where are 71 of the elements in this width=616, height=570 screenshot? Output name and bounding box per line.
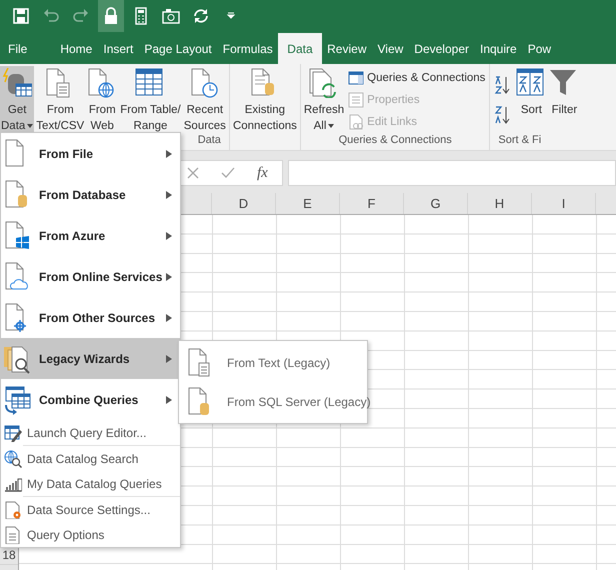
caret-icon xyxy=(328,124,334,128)
database-table-icon xyxy=(2,68,32,98)
menu-item[interactable]: Query Options xyxy=(1,522,180,547)
ribbon-button[interactable]: Existing Connections xyxy=(232,66,298,134)
ribbon-button[interactable]: From Web xyxy=(86,66,118,134)
column-header[interactable]: E xyxy=(276,193,340,214)
lock-button[interactable] xyxy=(98,0,124,32)
group-label: Data xyxy=(196,134,222,148)
ribbon-tab[interactable]: Data xyxy=(278,33,322,64)
ribbon-tab[interactable]: Review xyxy=(322,33,372,64)
redo-icon xyxy=(72,7,90,25)
properties-icon xyxy=(348,92,364,108)
ribbon-button[interactable]: Filter xyxy=(548,66,580,134)
camera-icon xyxy=(162,7,180,25)
ribbon-tab[interactable]: Formulas xyxy=(217,33,278,64)
ribbon-small-button[interactable]: Queries & Connections xyxy=(346,68,488,88)
ribbon-tab[interactable]: Pow xyxy=(522,33,557,64)
column-header[interactable]: H xyxy=(468,193,532,214)
ribbon-button[interactable]: Recent Sources xyxy=(182,66,227,134)
submenu-arrow-icon xyxy=(166,232,172,240)
submenu-item[interactable]: From Text (Legacy) xyxy=(179,343,367,382)
options-file-icon xyxy=(4,526,22,544)
ribbon-button[interactable]: Get Data xyxy=(0,66,34,134)
insert-function-label[interactable]: fx xyxy=(257,164,268,182)
menu-item[interactable]: Launch Query Editor... xyxy=(1,420,180,445)
formula-input[interactable] xyxy=(288,160,616,186)
globe-search-icon xyxy=(4,450,22,468)
refresh-icon xyxy=(192,7,210,25)
ribbon-tab[interactable]: Inquire xyxy=(474,33,522,64)
menu-item[interactable]: From File xyxy=(1,133,180,174)
menu-item[interactable]: From Azure xyxy=(1,215,180,256)
group-label: Queries & Connections xyxy=(338,134,453,148)
sort-icon xyxy=(516,68,546,98)
lock-icon xyxy=(102,7,120,25)
group-label: Sort & Fi xyxy=(497,134,542,148)
menu-item[interactable]: Data Source Settings... xyxy=(1,497,180,522)
column-header[interactable]: D xyxy=(212,193,276,214)
submenu-arrow-icon xyxy=(166,354,172,362)
submenu-arrow-icon xyxy=(166,150,172,158)
settings-file-icon xyxy=(4,500,22,518)
submenu-arrow-icon xyxy=(166,190,172,198)
submenu-arrow-icon xyxy=(166,272,172,280)
sort-ascending-icon[interactable] xyxy=(494,75,512,95)
ribbon-tab[interactable]: Home xyxy=(54,33,98,64)
ribbon-button[interactable]: Sort xyxy=(515,66,548,134)
table-icon xyxy=(135,68,166,98)
queries-panel-icon xyxy=(348,70,364,86)
table-pencil-icon xyxy=(4,424,22,442)
caret-icon xyxy=(27,124,34,128)
column-header[interactable]: F xyxy=(340,193,404,214)
edit-links-icon xyxy=(348,114,364,130)
ribbon-button[interactable]: Refresh All xyxy=(302,66,346,134)
undo-icon xyxy=(42,7,60,25)
submenu-arrow-icon xyxy=(166,396,172,404)
menu-item[interactable]: Data Catalog Search xyxy=(1,446,180,471)
ribbon-tab[interactable]: Page Layout xyxy=(138,33,218,64)
menu-item[interactable]: My Data Catalog Queries xyxy=(1,471,180,496)
column-header[interactable]: I xyxy=(532,193,596,214)
column-header[interactable]: G xyxy=(404,193,468,214)
menu-item[interactable]: Legacy Wizards xyxy=(1,338,180,379)
clock-file-icon xyxy=(190,68,220,98)
menu-item[interactable]: From Database xyxy=(1,174,180,215)
ribbon-tab[interactable]: Developer xyxy=(408,33,474,64)
ribbon-tab[interactable]: View xyxy=(372,33,409,64)
submenu-arrow-icon xyxy=(166,314,172,322)
menu-item[interactable]: From Online Services xyxy=(1,256,180,297)
menu-item[interactable]: From Other Sources xyxy=(1,297,180,338)
ribbon-tab[interactable]: Insert xyxy=(98,33,139,64)
save-icon xyxy=(12,7,30,25)
sort-descending-icon[interactable] xyxy=(494,105,512,125)
ribbon-tab[interactable]: File xyxy=(0,33,33,64)
